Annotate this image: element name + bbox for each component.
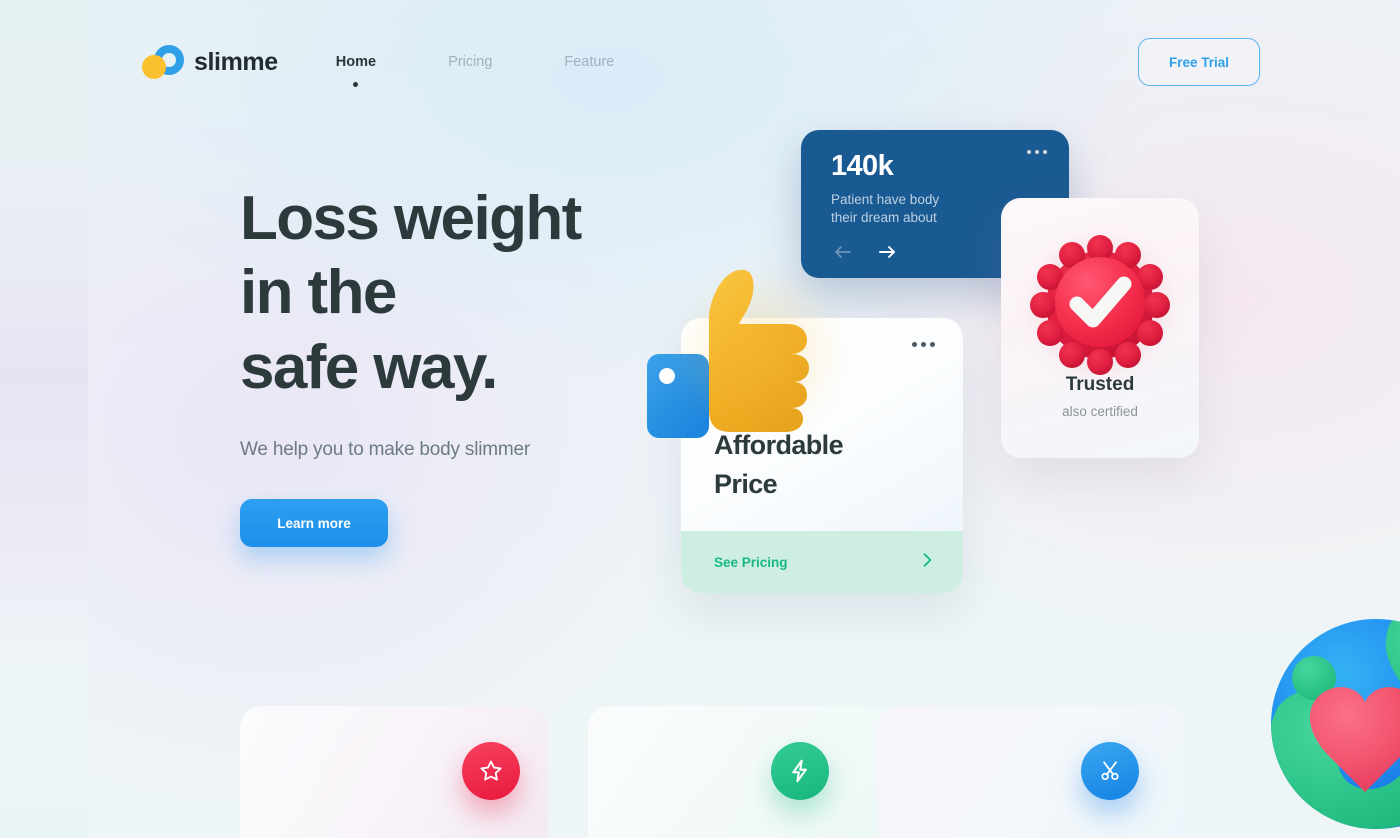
lightning-bolt-icon[interactable] — [771, 742, 829, 800]
dot — [1043, 150, 1047, 154]
left-edge-strip — [0, 0, 88, 838]
nav-link-pricing[interactable]: Pricing — [448, 50, 492, 74]
navbar: slimme Home Pricing Feature Free Trial — [140, 34, 1260, 90]
headline-line-2: in the — [240, 258, 397, 328]
nav-links: Home Pricing Feature — [335, 50, 614, 87]
nav-link-feature[interactable]: Feature — [564, 50, 614, 74]
dot — [1035, 150, 1039, 154]
nav-link-home-label: Home — [335, 54, 377, 70]
brand-name: slimme — [194, 47, 278, 76]
trusted-card: Trusted also certified — [1001, 198, 1199, 458]
dot — [912, 342, 917, 347]
nav-link-home[interactable]: Home — [335, 50, 377, 87]
hero-subtitle: We help you to make body slimmer — [240, 439, 530, 461]
stat-desc-line-1: Patient have body — [831, 192, 940, 207]
more-dots-icon[interactable] — [912, 342, 935, 347]
thumbs-up-3d-icon — [635, 258, 865, 448]
trusted-title: Trusted — [1065, 374, 1135, 395]
stat-number: 140k — [831, 150, 894, 182]
feature-card-effective[interactable]: Effective — [588, 706, 896, 838]
thumbs-up-glow — [665, 268, 855, 438]
stat-desc-line-2: their dream about — [831, 210, 937, 226]
see-pricing-label: See Pricing — [714, 554, 788, 570]
logo-dot-shape — [142, 55, 166, 79]
slimme-circles-logo-icon — [140, 44, 184, 80]
globe-heart-3d-icon — [1248, 612, 1400, 838]
arrow-right-icon[interactable] — [875, 240, 899, 264]
dot — [921, 342, 926, 347]
page-title: Loss weight in the safe way. — [240, 182, 680, 405]
free-trial-button[interactable]: Free Trial — [1138, 38, 1260, 86]
dot — [930, 342, 935, 347]
headline-line-1: Loss weight — [240, 184, 582, 253]
dot — [1027, 150, 1031, 154]
nav-active-indicator-dot — [353, 82, 359, 87]
headline-line-3: safe way. — [240, 332, 498, 402]
price-title-line-2: Price — [714, 469, 778, 500]
see-pricing-button[interactable]: See Pricing — [681, 531, 963, 593]
hero-copy: Loss weight in the safe way. We help you… — [240, 182, 680, 548]
page-root: slimme Home Pricing Feature Free Trial L… — [0, 0, 1400, 838]
feature-card-safe[interactable]: Safe — [878, 706, 1186, 838]
scissors-icon[interactable] — [1081, 742, 1139, 800]
brand-logo[interactable]: slimme — [140, 44, 278, 80]
trusted-subtitle: also certified — [1062, 404, 1138, 419]
chevron-right-icon — [917, 550, 937, 575]
more-dots-icon[interactable] — [1027, 150, 1047, 154]
verified-check-badge-icon — [1029, 234, 1171, 376]
star-icon[interactable] — [462, 742, 520, 800]
learn-more-button[interactable]: Learn more — [240, 499, 388, 548]
